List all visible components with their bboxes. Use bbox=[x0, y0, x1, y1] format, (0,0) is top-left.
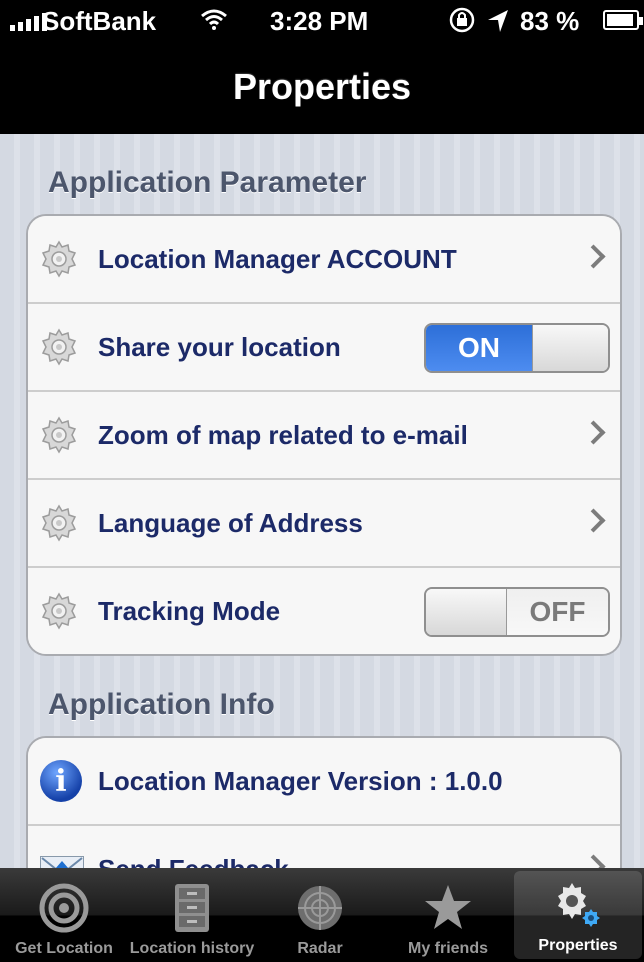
switch-on-label: ON bbox=[426, 325, 532, 371]
row-location-manager-account[interactable]: Location Manager ACCOUNT bbox=[28, 216, 620, 304]
chevron-right-icon bbox=[581, 854, 606, 868]
row-zoom-map-email[interactable]: Zoom of map related to e-mail bbox=[28, 392, 620, 480]
tab-bar: Get Location Location history Radar My f… bbox=[0, 868, 644, 962]
rotation-lock-icon bbox=[448, 6, 476, 41]
chevron-right-icon bbox=[581, 244, 606, 269]
tab-label: Get Location bbox=[15, 940, 113, 957]
mail-icon bbox=[40, 856, 84, 868]
info-icon: i bbox=[40, 760, 82, 802]
parameter-group: Location Manager ACCOUNT Share your loca… bbox=[26, 214, 622, 656]
gear-icon bbox=[40, 592, 78, 630]
row-label: Location Manager ACCOUNT bbox=[98, 243, 457, 274]
row-language-address[interactable]: Language of Address bbox=[28, 480, 620, 568]
tab-location-history[interactable]: Location history bbox=[128, 868, 256, 962]
gear-icon bbox=[40, 504, 78, 542]
tab-get-location[interactable]: Get Location bbox=[0, 868, 128, 962]
chevron-right-icon bbox=[581, 420, 606, 445]
star-icon bbox=[422, 882, 474, 934]
row-label: Tracking Mode bbox=[98, 595, 281, 626]
row-label: Share your location bbox=[98, 331, 341, 362]
tab-label: My friends bbox=[407, 940, 488, 957]
carrier-name: SoftBank bbox=[42, 6, 157, 36]
settings-content[interactable]: Application Parameter Location Manager A… bbox=[0, 134, 644, 868]
radar-icon bbox=[294, 882, 346, 934]
status-bar: SoftBank 3:28 PM 83 % bbox=[0, 0, 644, 40]
battery-percent: 83 % bbox=[520, 6, 580, 36]
row-version: i Location Manager Version : 1.0.0 bbox=[28, 738, 620, 826]
tab-label: Properties bbox=[538, 937, 618, 954]
gear-icon bbox=[40, 416, 78, 454]
switch-knob bbox=[426, 589, 507, 635]
row-tracking-mode: Tracking Mode OFF bbox=[28, 568, 620, 654]
tracking-mode-switch[interactable]: OFF bbox=[424, 587, 610, 637]
tab-properties[interactable]: Properties bbox=[514, 871, 642, 959]
page-title: Properties bbox=[232, 66, 412, 107]
chevron-right-icon bbox=[581, 508, 606, 533]
tab-label: Location history bbox=[129, 940, 255, 957]
row-share-location: Share your location ON bbox=[28, 304, 620, 392]
row-label: Send Feedback bbox=[98, 826, 289, 869]
row-send-feedback[interactable]: Send Feedback bbox=[28, 826, 620, 868]
share-location-switch[interactable]: ON bbox=[424, 323, 610, 373]
switch-knob bbox=[532, 325, 608, 371]
location-arrow-icon bbox=[486, 6, 510, 41]
tab-label: Radar bbox=[297, 940, 343, 957]
section-header-parameter: Application Parameter bbox=[48, 166, 367, 199]
navigation-bar: Properties bbox=[0, 40, 644, 134]
gear-icon bbox=[40, 240, 78, 278]
row-label: Zoom of map related to e-mail bbox=[98, 419, 468, 450]
cabinet-icon bbox=[166, 882, 218, 934]
info-group: i Location Manager Version : 1.0.0 Send … bbox=[26, 736, 622, 868]
section-header-info: Application Info bbox=[48, 688, 275, 721]
status-time: 3:28 PM bbox=[270, 6, 369, 36]
target-icon bbox=[38, 882, 90, 934]
row-label: Location Manager Version : 1.0.0 bbox=[98, 765, 503, 796]
tab-my-friends[interactable]: My friends bbox=[384, 868, 512, 962]
gear-icon bbox=[40, 328, 78, 366]
row-label: Language of Address bbox=[98, 507, 363, 538]
tab-radar[interactable]: Radar bbox=[256, 868, 384, 962]
battery-icon bbox=[603, 10, 643, 30]
gears-icon bbox=[552, 879, 604, 931]
wifi-icon bbox=[200, 8, 228, 37]
switch-off-label: OFF bbox=[507, 589, 608, 635]
